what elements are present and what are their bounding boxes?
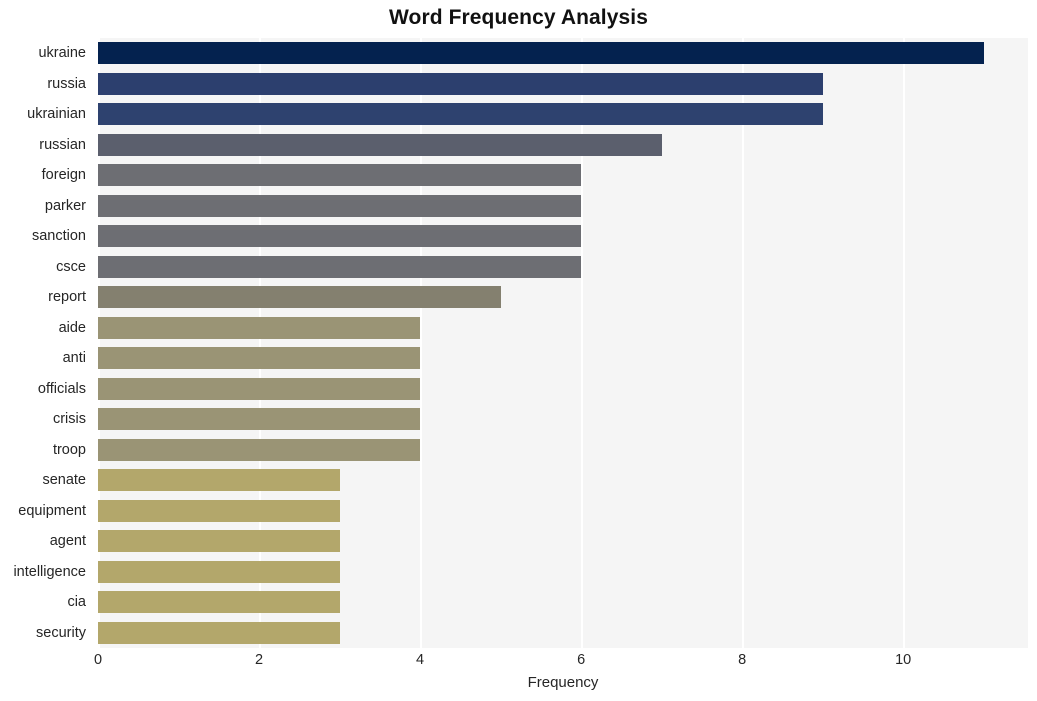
bar-russia[interactable] [98,72,823,95]
bar-anti[interactable] [98,347,421,370]
plot-area [98,38,1028,648]
x-tick-label-6: 6 [577,652,586,668]
x-tick-label-10: 10 [895,652,912,668]
bar-row[interactable] [98,435,1028,466]
bar-series [98,38,1028,648]
bar-crisis[interactable] [98,408,421,431]
y-tick-label-crisis: crisis [52,411,86,427]
y-tick-label-agent: agent [49,533,86,549]
bar-parker[interactable] [98,194,582,217]
y-tick-label-foreign: foreign [41,167,86,183]
y-tick-label-troop: troop [52,441,86,458]
bar-row[interactable] [98,252,1028,283]
bar-row[interactable] [98,374,1028,405]
bar-row[interactable] [98,99,1028,130]
bar-row[interactable] [98,38,1028,69]
y-tick-label-sanction: sanction [31,228,86,244]
bar-ukrainian[interactable] [98,103,823,126]
bar-intelligence[interactable] [98,560,340,583]
bar-row[interactable] [98,496,1028,527]
chart-title: Word Frequency Analysis [388,6,649,29]
bar-ukraine[interactable] [98,42,984,65]
x-tick-label-2: 2 [254,652,264,668]
bar-row[interactable] [98,618,1028,649]
y-tick-label-ukrainian: ukrainian [27,106,86,122]
y-tick-label-ukraine: ukraine [38,45,86,61]
bar-row[interactable] [98,526,1028,557]
bar-agent[interactable] [98,530,340,553]
y-tick-label-intelligence: intelligence [13,563,86,580]
x-tick-label-0: 0 [93,652,103,668]
bar-security[interactable] [98,621,340,644]
bar-senate[interactable] [98,469,340,492]
bar-troop[interactable] [98,438,421,461]
y-tick-label-anti: anti [62,350,86,366]
bar-row[interactable] [98,282,1028,313]
bar-aide[interactable] [98,316,421,339]
x-tick-label-8: 8 [738,652,747,668]
chart-figure: Word Frequency Analysis ukraine russia ukr… [0,0,1037,701]
bar-russian[interactable] [98,133,662,156]
y-tick-label-russian: russian [39,136,86,153]
y-tick-label-aide: aide [58,319,86,336]
bar-row[interactable] [98,160,1028,191]
y-axis-tick-labels: ukraine russia ukrainian russian foreign park… [0,38,92,648]
bar-row[interactable] [98,557,1028,588]
y-tick-label-officials: officials [37,380,86,397]
bar-cia[interactable] [98,591,340,614]
bar-foreign[interactable] [98,164,582,187]
bar-row[interactable] [98,221,1028,252]
y-tick-label-senate: senate [42,472,86,488]
y-tick-label-csce: csce [56,258,86,275]
y-tick-label-security: security [36,624,86,641]
x-axis-title: Frequency [527,674,599,691]
bar-officials[interactable] [98,377,421,400]
x-tick-label-4: 4 [416,652,425,668]
bar-row[interactable] [98,404,1028,435]
bar-row[interactable] [98,69,1028,100]
bar-row[interactable] [98,191,1028,222]
bar-row[interactable] [98,465,1028,496]
bar-csce[interactable] [98,255,582,278]
y-tick-label-cia: cia [67,594,86,610]
bar-row[interactable] [98,313,1028,344]
y-tick-label-russia: russia [47,75,86,92]
bar-row[interactable] [98,587,1028,618]
y-tick-label-report: report [48,289,86,305]
bar-report[interactable] [98,286,501,309]
y-tick-label-parker: parker [44,197,86,214]
bar-row[interactable] [98,343,1028,374]
bar-sanction[interactable] [98,225,582,248]
bar-row[interactable] [98,130,1028,161]
y-tick-label-equipment: equipment [18,502,86,519]
bar-equipment[interactable] [98,499,340,522]
